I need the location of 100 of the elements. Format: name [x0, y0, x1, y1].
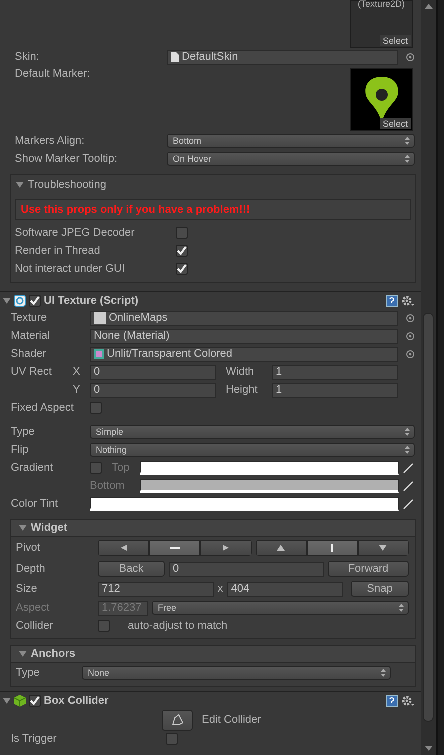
- dropdown[interactable]: On Hover: [167, 152, 415, 166]
- number-field[interactable]: 0: [90, 364, 216, 380]
- texture-preview[interactable]: (Texture2D) Select: [350, 0, 413, 48]
- field-label: Collider: [16, 620, 54, 632]
- select-button[interactable]: Select: [380, 35, 411, 46]
- color-field[interactable]: [140, 479, 399, 493]
- number-field[interactable]: 1: [272, 382, 398, 398]
- scroll-down-icon[interactable]: [424, 746, 432, 751]
- option-label: Not interact under GUI: [15, 263, 126, 275]
- field-label: Fixed Aspect: [11, 402, 75, 414]
- axis-label: Width: [225, 366, 256, 378]
- forward-button[interactable]: Forward: [328, 561, 409, 577]
- dropdown[interactable]: None: [82, 666, 391, 680]
- eyedropper-icon[interactable]: [403, 462, 415, 474]
- field-label: Type: [11, 426, 36, 438]
- pivot-button[interactable]: [256, 540, 307, 556]
- object-field[interactable]: None (Material): [90, 328, 398, 344]
- pivot-button[interactable]: [306, 540, 358, 556]
- axis-label: Height: [225, 384, 259, 396]
- separator-label: x: [218, 583, 224, 595]
- foldout-arrow-icon[interactable]: [19, 524, 27, 532]
- eyedropper-icon[interactable]: [403, 480, 415, 492]
- number-field[interactable]: 0: [169, 562, 324, 576]
- field-label: Material: [11, 330, 52, 342]
- checkbox[interactable]: [176, 245, 188, 257]
- button-label: Edit Collider: [201, 714, 262, 726]
- dropdown[interactable]: Nothing: [90, 443, 415, 457]
- checkbox[interactable]: [166, 733, 178, 745]
- section-title: Widget: [31, 522, 68, 534]
- scrollbar[interactable]: [421, 0, 436, 755]
- checkbox[interactable]: [98, 620, 110, 632]
- settings-icon[interactable]: [401, 694, 415, 706]
- snap-button[interactable]: Snap: [351, 581, 409, 597]
- edit-collider-button[interactable]: [162, 710, 193, 730]
- field-label: Is Trigger: [11, 733, 58, 745]
- eyedropper-icon[interactable]: [403, 498, 415, 510]
- foldout-arrow-icon[interactable]: [3, 696, 11, 704]
- gradient-label: Bottom: [90, 480, 126, 492]
- checkbox[interactable]: [176, 263, 188, 275]
- checkbox[interactable]: [90, 402, 102, 414]
- object-picker-icon[interactable]: [406, 52, 415, 62]
- field-label: Pivot: [16, 542, 42, 554]
- field-label: Size: [16, 583, 38, 595]
- number-field[interactable]: 712: [98, 582, 214, 596]
- pivot-button[interactable]: [98, 540, 150, 556]
- scroll-up-icon[interactable]: [424, 4, 432, 9]
- number-field[interactable]: 0: [90, 382, 216, 398]
- color-field[interactable]: [90, 497, 399, 511]
- foldout-arrow-icon[interactable]: [19, 650, 27, 658]
- field-label: Shader: [11, 348, 48, 360]
- dropdown-arrows-icon: [405, 137, 410, 145]
- field-label: Aspect: [16, 602, 51, 614]
- cube-icon: [14, 694, 26, 706]
- foldout-arrow-icon[interactable]: [3, 296, 11, 304]
- pivot-button[interactable]: [200, 540, 252, 556]
- polygon-icon: [170, 714, 184, 726]
- pivot-button[interactable]: [358, 540, 409, 556]
- axis-label: X: [73, 366, 82, 378]
- pivot-center-icon: [168, 544, 181, 552]
- checkbox[interactable]: [29, 694, 41, 706]
- option-label: Render in Thread: [15, 245, 102, 257]
- pivot-bottom-icon: [377, 544, 390, 552]
- field-label: UV Rect: [11, 366, 53, 378]
- scrollbar-thumb[interactable]: [423, 313, 434, 722]
- dropdown[interactable]: Bottom: [167, 134, 415, 148]
- dropdown-arrows-icon: [405, 446, 410, 454]
- dropdown-arrows-icon: [381, 669, 386, 677]
- component-title: Box Collider: [44, 694, 110, 706]
- field-label: Flip: [11, 444, 30, 456]
- help-icon[interactable]: [386, 294, 398, 306]
- option-label: Software JPEG Decoder: [15, 227, 136, 239]
- checkbox[interactable]: [90, 462, 102, 474]
- back-button[interactable]: Back: [98, 561, 165, 577]
- field-label: Depth: [16, 563, 46, 575]
- field-label: Markers Align:: [15, 135, 86, 147]
- component-title: UI Texture (Script): [44, 294, 140, 306]
- help-icon[interactable]: [386, 694, 398, 706]
- number-field[interactable]: 1: [272, 364, 398, 380]
- foldout-arrow-icon[interactable]: [16, 181, 24, 189]
- marker-preview[interactable]: Select: [350, 68, 413, 131]
- shader-icon: [94, 349, 104, 359]
- pivot-button[interactable]: [149, 540, 200, 556]
- texture-type-caption: (Texture2D): [358, 0, 405, 9]
- settings-icon[interactable]: [401, 294, 415, 306]
- object-field[interactable]: Unlit/Transparent Colored: [90, 346, 398, 362]
- warning-message: Use this props only if you have a problem!!!: [15, 199, 411, 220]
- dropdown[interactable]: Simple: [90, 425, 415, 439]
- skin-field[interactable]: DefaultSkin: [167, 50, 398, 64]
- field-label: Texture: [11, 312, 48, 324]
- color-field[interactable]: [140, 461, 399, 475]
- field-label: Gradient: [11, 462, 54, 474]
- number-field[interactable]: 404: [227, 582, 343, 596]
- field-label: Type: [16, 667, 41, 679]
- select-button[interactable]: Select: [380, 118, 411, 129]
- checkbox[interactable]: [176, 227, 188, 239]
- dropdown-arrows-icon: [405, 155, 410, 163]
- object-field[interactable]: OnlineMaps: [90, 310, 398, 326]
- section-title: Troubleshooting: [28, 179, 106, 191]
- section-title: Anchors: [31, 648, 76, 660]
- checkbox[interactable]: [29, 294, 41, 306]
